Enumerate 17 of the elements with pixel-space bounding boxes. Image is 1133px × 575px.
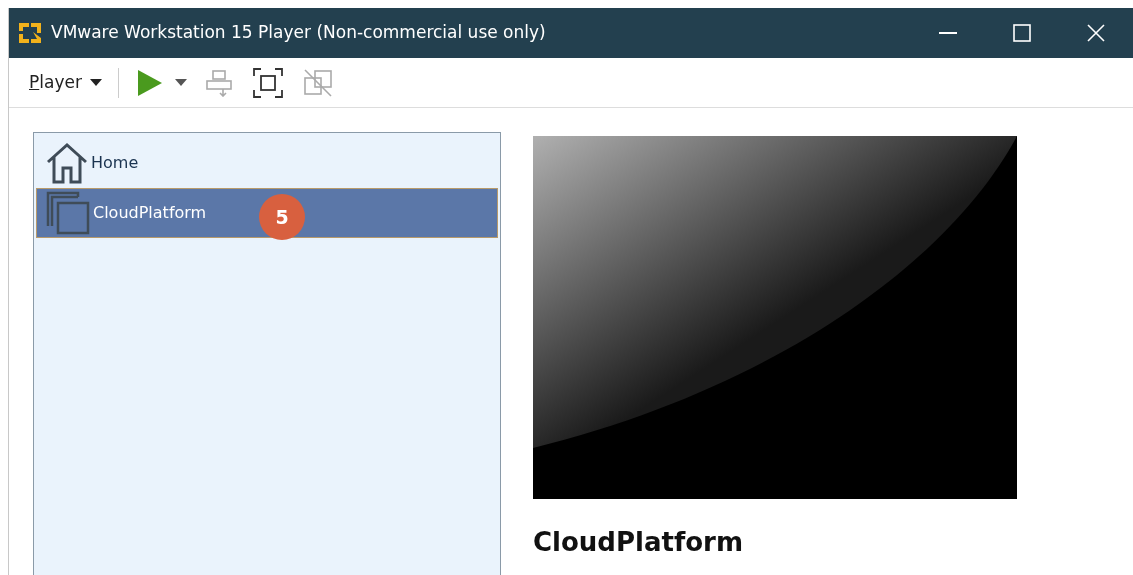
caret-icon[interactable] xyxy=(174,79,187,86)
caret-icon xyxy=(89,79,102,86)
close-icon xyxy=(1087,24,1105,42)
home-icon xyxy=(45,142,89,184)
window-title: VMware Workstation 15 Player (Non-commercial use only) xyxy=(51,21,546,45)
minimize-icon xyxy=(939,32,957,34)
maximize-icon xyxy=(1013,24,1031,42)
item-label: CloudPlatform xyxy=(93,202,207,224)
player-menu[interactable]: Player xyxy=(25,67,86,98)
vm-icon xyxy=(45,190,91,236)
fullscreen-icon[interactable] xyxy=(250,65,285,100)
app-logo-icon xyxy=(17,20,43,46)
item-label: Home xyxy=(91,152,139,174)
library-item[interactable]: Home xyxy=(36,138,498,188)
step-marker: 5 xyxy=(259,194,305,240)
vm-name: CloudPlatform xyxy=(533,526,744,559)
library-item[interactable]: CloudPlatform 5 xyxy=(36,188,498,238)
